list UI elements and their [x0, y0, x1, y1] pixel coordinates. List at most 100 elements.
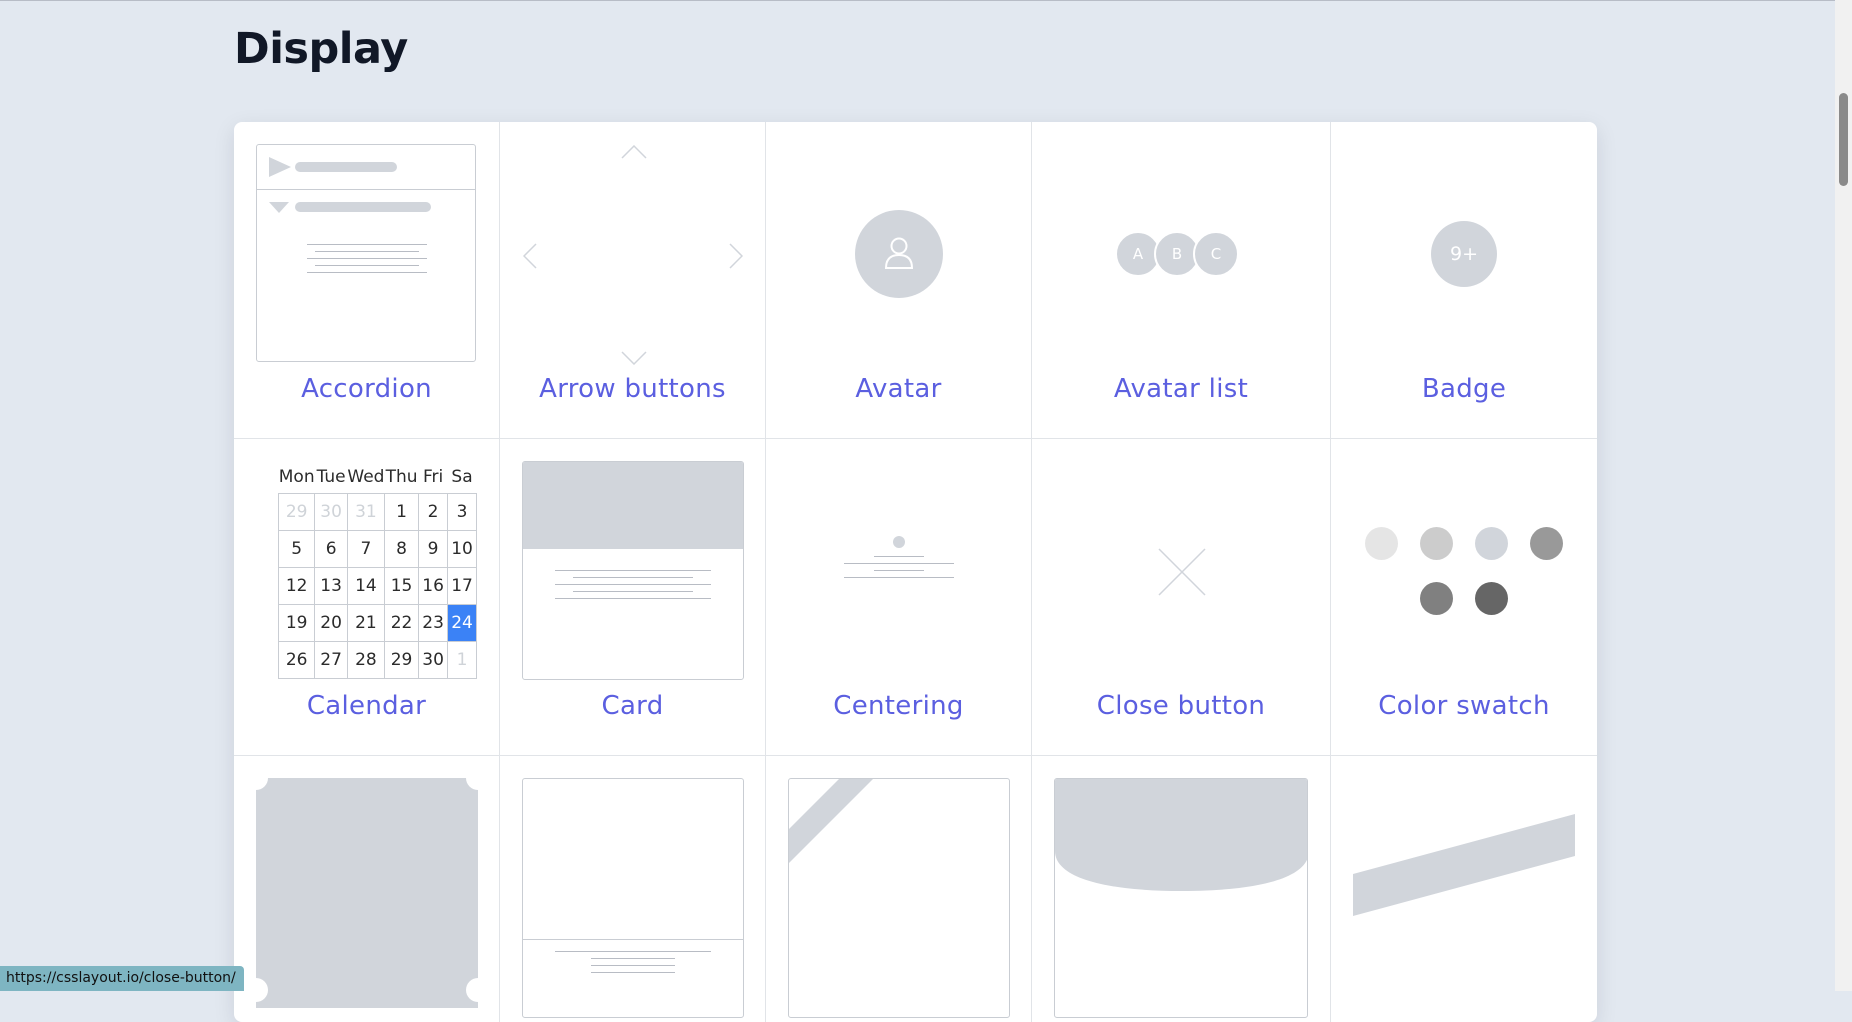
card-label: Card: [601, 691, 664, 721]
corner-shape-preview: [234, 756, 499, 1008]
color-swatch: [1420, 582, 1453, 615]
color-swatch: [1475, 527, 1508, 560]
play-icon: [269, 157, 291, 177]
layout-preview: [500, 756, 765, 1018]
card-accordion[interactable]: Accordion: [234, 122, 500, 439]
chevron-right-icon: [729, 243, 743, 269]
card-label: Centering: [833, 691, 964, 721]
card-close-button[interactable]: Close button: [1032, 439, 1331, 756]
calendar-day: 21: [346, 604, 385, 642]
calendar-day: 17: [447, 567, 477, 605]
chevron-down-icon: [621, 351, 647, 365]
weekday-label: Thu: [385, 467, 418, 487]
weekday-label: Fri: [422, 467, 444, 487]
chevron-left-icon: [523, 243, 537, 269]
calendar-day: 30: [314, 493, 348, 531]
badge-preview: 9+: [1331, 122, 1597, 372]
card-label: Close button: [1096, 691, 1266, 721]
card-corner-shape[interactable]: [234, 756, 500, 1022]
calendar-day: 19: [277, 604, 316, 642]
calendar-day: 1: [383, 493, 420, 531]
user-icon: [884, 237, 914, 269]
calendar-day: 8: [383, 530, 420, 568]
color-swatch: [1475, 582, 1508, 615]
calendar-day: 3: [447, 493, 477, 531]
calendar-day: 14: [346, 567, 385, 605]
badge: 9+: [1431, 221, 1497, 287]
calendar-day: 2: [418, 493, 449, 531]
calendar-day: 30: [418, 641, 449, 679]
calendar-day: 26: [277, 641, 316, 679]
calendar-day: 5: [277, 530, 316, 568]
weekday-label: Wed: [347, 467, 385, 487]
card-badge[interactable]: 9+ Badge: [1331, 122, 1597, 439]
card-card[interactable]: Card: [500, 439, 766, 756]
close-icon: [1158, 548, 1206, 596]
chevron-up-icon: [621, 145, 647, 159]
color-swatch-preview: [1331, 439, 1597, 689]
calendar-day: 12: [277, 567, 316, 605]
page-title: Display: [234, 24, 408, 74]
card-label: Color swatch: [1378, 691, 1550, 721]
card-label: Calendar: [306, 691, 427, 721]
card-diagonal-section[interactable]: [1331, 756, 1597, 1022]
calendar-day: 31: [346, 493, 385, 531]
calendar-day: 22: [383, 604, 420, 642]
avatar: [855, 210, 943, 298]
card-centering[interactable]: Centering: [766, 439, 1032, 756]
color-swatch: [1420, 527, 1453, 560]
color-swatch: [1365, 527, 1398, 560]
close-button-preview: [1032, 439, 1330, 689]
calendar-day: 13: [314, 567, 348, 605]
card-arrow-buttons[interactable]: Arrow buttons: [500, 122, 766, 439]
card-corner-ribbon[interactable]: [766, 756, 1032, 1022]
calendar-day: 20: [314, 604, 348, 642]
calendar-day: 10: [447, 530, 477, 568]
card-color-swatch[interactable]: Color swatch: [1331, 439, 1597, 756]
top-border: [0, 0, 1835, 1]
status-bar-url: https://csslayout.io/close-button/: [0, 966, 244, 991]
calendar-preview: Mon Tue Wed Thu Fri Sa 29 30 31 1 2 3 5: [234, 439, 477, 689]
calendar-day: 15: [383, 567, 420, 605]
card-label: Badge: [1421, 374, 1507, 404]
avatar-preview: [766, 122, 1031, 372]
avatar: C: [1193, 231, 1239, 277]
scrollbar[interactable]: [1835, 0, 1852, 991]
pattern-grid: Accordion Arrow buttons Avatar A B C Ava…: [234, 122, 1597, 1022]
diagonal-section-preview: [1331, 756, 1597, 1006]
card-label: Avatar: [855, 374, 942, 404]
calendar-day: 7: [346, 530, 385, 568]
calendar-day: 23: [418, 604, 449, 642]
calendar-day: 29: [277, 493, 316, 531]
scrollbar-thumb[interactable]: [1839, 93, 1848, 186]
card-curved-background[interactable]: [1032, 756, 1331, 1022]
calendar-day-selected: 24: [447, 604, 477, 642]
calendar-day: 9: [418, 530, 449, 568]
avatar-list-preview: A B C: [1032, 122, 1330, 372]
weekday-label: Tue: [316, 467, 346, 487]
centering-preview: [766, 439, 1031, 689]
corner-ribbon-preview: [766, 756, 1031, 1018]
card-label: Accordion: [301, 374, 432, 404]
accordion-preview: [234, 122, 499, 372]
card-label: Arrow buttons: [539, 374, 726, 404]
card-avatar[interactable]: Avatar: [766, 122, 1032, 439]
centering-dot: [893, 536, 905, 548]
calendar-day: 29: [383, 641, 420, 679]
calendar-day: 1: [447, 641, 477, 679]
chevron-down-icon: [269, 202, 289, 213]
calendar-table: Mon Tue Wed Thu Fri Sa 29 30 31 1 2 3 5: [277, 461, 477, 679]
card-avatar-list[interactable]: A B C Avatar list: [1032, 122, 1331, 439]
card-calendar[interactable]: Mon Tue Wed Thu Fri Sa 29 30 31 1 2 3 5: [234, 439, 500, 756]
card-layout[interactable]: [500, 756, 766, 1022]
calendar-day: 6: [314, 530, 348, 568]
calendar-day: 27: [314, 641, 348, 679]
weekday-label: Mon: [278, 467, 315, 487]
weekday-label: Sa: [451, 467, 473, 487]
color-swatch: [1530, 527, 1563, 560]
card-label: Avatar list: [1113, 374, 1249, 404]
card-preview: [500, 439, 765, 689]
curved-background-preview: [1032, 756, 1330, 1018]
arrow-buttons-preview: [500, 122, 765, 372]
calendar-day: 28: [346, 641, 385, 679]
